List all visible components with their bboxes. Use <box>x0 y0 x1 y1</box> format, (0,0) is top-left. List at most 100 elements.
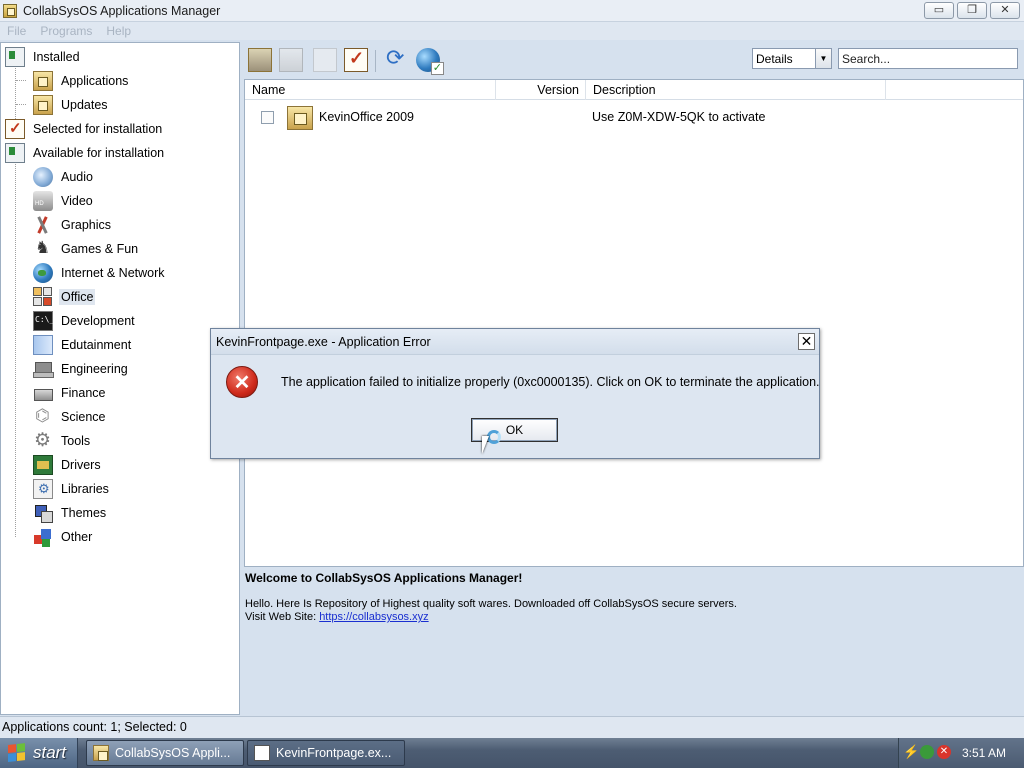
column-description[interactable]: Description <box>586 80 886 100</box>
tree-item-drivers[interactable]: Drivers <box>33 453 103 477</box>
category-tree: Installed Applications Updates Selected … <box>0 42 240 715</box>
busy-cursor-icon <box>487 430 501 444</box>
row-description: Use Z0M-XDW-5QK to activate <box>592 110 766 124</box>
web-update-icon[interactable] <box>416 48 444 75</box>
tree-item-applications[interactable]: Applications <box>33 69 130 93</box>
title-bar: CollabSysOS Applications Manager ▭ ❐ ✕ <box>0 0 1024 22</box>
gear-icon <box>33 429 53 452</box>
column-name[interactable]: Name <box>245 80 496 100</box>
tree-label: Updates <box>61 98 108 112</box>
tree-item-tools[interactable]: Tools <box>33 429 92 453</box>
tree-item-internet[interactable]: Internet & Network <box>33 261 167 285</box>
task-kevinfrontpage[interactable]: KevinFrontpage.ex... <box>247 740 405 766</box>
tree-label: Selected for installation <box>33 122 163 136</box>
tree-item-science[interactable]: Science <box>33 405 107 429</box>
tree-label: Edutainment <box>61 338 132 352</box>
window-controls: ▭ ❐ ✕ <box>924 2 1020 19</box>
tree-label: Libraries <box>61 482 109 496</box>
tree-item-graphics[interactable]: Graphics <box>33 213 113 237</box>
dialog-close-button[interactable]: ✕ <box>798 333 815 350</box>
library-icon <box>33 479 53 499</box>
circuit-board-icon <box>33 455 53 475</box>
toolbar-separator <box>375 50 376 72</box>
taskbar: start CollabSysOS Appli... KevinFrontpag… <box>0 738 1024 768</box>
close-button[interactable]: ✕ <box>990 2 1020 19</box>
install-icon[interactable] <box>248 48 272 72</box>
tree-label: Games & Fun <box>61 242 139 256</box>
tree-line <box>16 104 26 105</box>
tree-item-video[interactable]: Video <box>33 189 95 213</box>
tree-item-engineering[interactable]: Engineering <box>33 357 130 381</box>
tree-label: Finance <box>61 386 106 400</box>
task-label: CollabSysOS Appli... <box>115 746 231 760</box>
info-title: Welcome to CollabSysOS Applications Mana… <box>245 571 523 585</box>
website-link[interactable]: https://collabsysos.xyz <box>319 611 428 623</box>
info-visit: Visit Web Site: https://collabsysos.xyz <box>245 611 429 623</box>
tree-item-installed[interactable]: Installed <box>5 45 82 69</box>
tree-line <box>16 80 26 81</box>
error-icon <box>226 366 258 398</box>
refresh-icon[interactable] <box>384 45 408 72</box>
tree-label: Applications <box>61 74 129 88</box>
properties-icon[interactable] <box>313 48 337 72</box>
tree-label: Development <box>61 314 135 328</box>
tree-item-finance[interactable]: Finance <box>33 381 107 405</box>
menu-programs[interactable]: Programs <box>33 24 99 38</box>
start-button[interactable]: start <box>0 738 78 768</box>
themes-icon <box>33 503 53 523</box>
tree-item-audio[interactable]: Audio <box>33 165 95 189</box>
tree-item-selected-for-installation[interactable]: Selected for installation <box>5 117 164 141</box>
column-version[interactable]: Version <box>496 80 586 100</box>
tree-item-edutainment[interactable]: Edutainment <box>33 333 133 357</box>
chess-knight-icon <box>33 238 53 259</box>
video-icon <box>33 191 53 211</box>
package-icon <box>287 106 313 130</box>
tree-label: Other <box>61 530 93 544</box>
mouse-cursor-icon <box>482 436 489 454</box>
system-tray: ⚡ ✕ 3:51 AM <box>898 738 1024 768</box>
globe-icon <box>33 263 53 283</box>
terminal-icon <box>33 311 54 331</box>
network-icon[interactable]: ⚡ <box>903 745 919 759</box>
tree-label: Internet & Network <box>61 266 165 280</box>
tree-item-games[interactable]: Games & Fun <box>33 237 140 261</box>
visit-label: Visit Web Site: <box>245 611 320 623</box>
tree-item-office[interactable]: Office <box>33 285 96 309</box>
menu-help[interactable]: Help <box>99 24 138 38</box>
shield-icon[interactable] <box>920 745 934 759</box>
remove-icon[interactable] <box>279 48 303 72</box>
package-icon <box>33 95 53 115</box>
tree-line <box>15 161 16 537</box>
view-mode-select[interactable]: Details ▼ <box>752 48 832 69</box>
tree-item-other[interactable]: Other <box>33 525 94 549</box>
error-icon[interactable]: ✕ <box>937 745 951 759</box>
window-icon <box>254 745 270 761</box>
installed-icon <box>5 47 25 67</box>
search-input[interactable] <box>838 48 1018 69</box>
book-icon <box>33 335 53 355</box>
office-icon <box>33 287 53 307</box>
task-label: KevinFrontpage.ex... <box>276 746 392 760</box>
tree-label: Office <box>59 289 96 305</box>
tree-item-libraries[interactable]: Libraries <box>33 477 111 501</box>
calculator-icon <box>33 383 53 403</box>
table-row[interactable]: KevinOffice 2009 Use Z0M-XDW-5QK to acti… <box>245 102 1023 132</box>
tree-item-available-for-installation[interactable]: Available for installation <box>5 141 166 165</box>
chevron-down-icon[interactable]: ▼ <box>815 49 831 68</box>
tree-label: Installed <box>33 50 80 64</box>
row-name: KevinOffice 2009 <box>319 110 414 124</box>
app-icon <box>3 3 17 18</box>
tree-item-development[interactable]: Development <box>33 309 137 333</box>
tree-item-updates[interactable]: Updates <box>33 93 110 117</box>
available-icon <box>5 143 25 163</box>
checklist-icon[interactable] <box>344 48 368 72</box>
menu-file[interactable]: File <box>0 24 33 38</box>
restore-button[interactable]: ❐ <box>957 2 987 19</box>
row-checkbox[interactable] <box>261 111 274 124</box>
tree-item-themes[interactable]: Themes <box>33 501 108 525</box>
tree-label: Audio <box>61 170 93 184</box>
task-collabsysos[interactable]: CollabSysOS Appli... <box>86 740 244 766</box>
laptop-icon <box>33 359 54 379</box>
error-dialog: KevinFrontpage.exe - Application Error ✕… <box>210 328 820 459</box>
minimize-button[interactable]: ▭ <box>924 2 954 19</box>
